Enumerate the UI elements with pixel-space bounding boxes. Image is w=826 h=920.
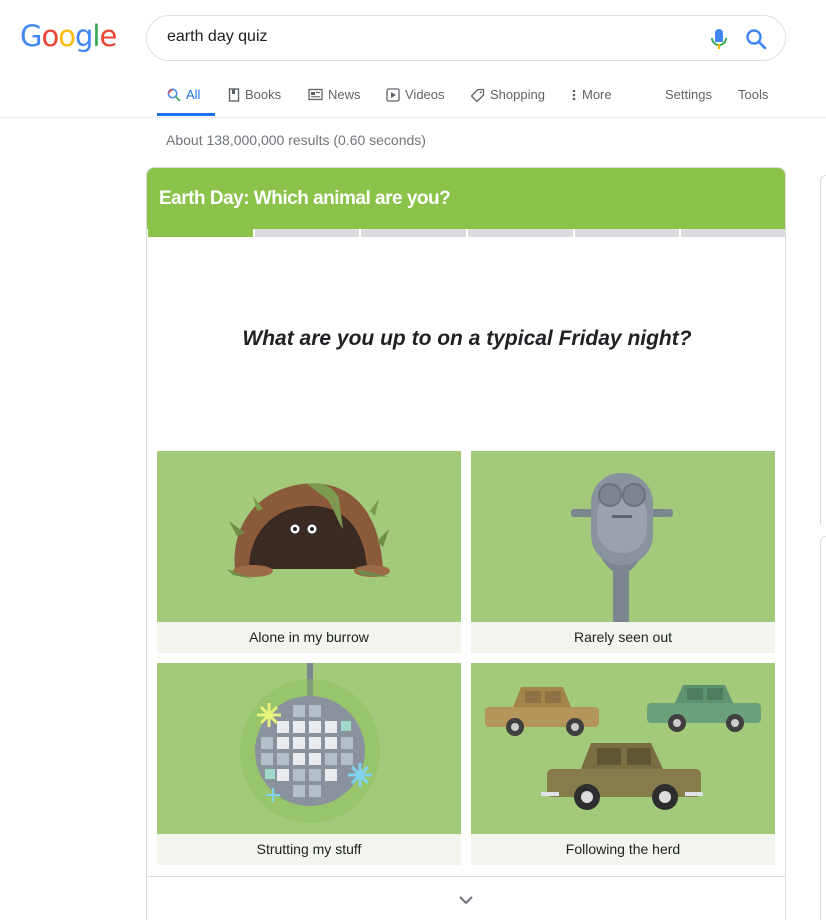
- tab-label: News: [328, 87, 361, 102]
- side-panel-edge: [820, 536, 826, 920]
- option-label: Rarely seen out: [471, 622, 775, 653]
- tab-label: Settings: [665, 87, 712, 102]
- tab-news[interactable]: News: [308, 87, 361, 117]
- progress-segment: [148, 229, 253, 237]
- logo-letter: G: [20, 19, 43, 53]
- tag-icon: [470, 88, 485, 103]
- quiz-option-viewer[interactable]: Rarely seen out: [471, 451, 775, 653]
- tab-label: Books: [245, 87, 282, 102]
- search-tabs: All Books News Videos Shopping More Sett…: [155, 79, 826, 117]
- option-illustration: [471, 451, 775, 622]
- microphone-icon[interactable]: [711, 28, 727, 50]
- search-icon: [167, 88, 181, 102]
- quiz-progress-bar: [148, 229, 785, 237]
- tab-videos[interactable]: Videos: [386, 87, 445, 117]
- search-input[interactable]: earth day quiz: [167, 28, 268, 46]
- progress-segment: [681, 229, 785, 237]
- active-tab-indicator: [157, 113, 215, 116]
- tools-link[interactable]: Tools: [738, 87, 768, 117]
- option-illustration: [471, 663, 775, 834]
- burrow-icon: [227, 483, 390, 579]
- quiz-card: Earth Day: Which animal are you? What ar…: [146, 167, 786, 920]
- logo-letter: o: [41, 19, 59, 53]
- card-footer: [147, 876, 785, 920]
- tab-label: Shopping: [490, 87, 545, 102]
- option-label: Alone in my burrow: [157, 622, 461, 653]
- chevron-down-icon[interactable]: [458, 895, 474, 905]
- option-label: Following the herd: [471, 834, 775, 865]
- progress-segment: [254, 229, 360, 237]
- option-illustration: [157, 663, 461, 834]
- search-box[interactable]: earth day quiz: [146, 15, 786, 61]
- side-panel-edge: [820, 175, 826, 525]
- logo-letter: o: [58, 19, 76, 53]
- logo-letter: g: [74, 19, 93, 53]
- tab-label: All: [186, 87, 201, 102]
- newspaper-icon: [308, 88, 323, 101]
- quiz-title: Earth Day: Which animal are you?: [159, 188, 451, 209]
- tab-books[interactable]: Books: [228, 87, 281, 117]
- tab-label: Tools: [738, 87, 769, 102]
- tab-label: More: [582, 87, 612, 102]
- header-divider: [0, 117, 826, 118]
- disco-ball-icon: [240, 663, 380, 823]
- quiz-option-burrow[interactable]: Alone in my burrow: [157, 451, 461, 653]
- more-vertical-icon: [572, 89, 576, 101]
- google-logo[interactable]: Google: [20, 19, 117, 53]
- tab-more[interactable]: More: [571, 87, 612, 117]
- magnifier-icon[interactable]: [745, 28, 767, 50]
- binoculars-viewer-icon: [571, 473, 673, 622]
- tab-shopping[interactable]: Shopping: [470, 87, 545, 117]
- quiz-question: What are you up to on a typical Friday n…: [242, 327, 692, 350]
- tab-label: Videos: [405, 87, 445, 102]
- result-stats: About 138,000,000 results (0.60 seconds): [166, 132, 426, 148]
- progress-segment: [361, 229, 467, 237]
- book-icon: [228, 88, 240, 102]
- progress-segment: [468, 229, 573, 237]
- quiz-option-herd[interactable]: Following the herd: [471, 663, 775, 865]
- settings-link[interactable]: Settings: [665, 87, 712, 117]
- logo-letter: e: [99, 19, 117, 53]
- option-illustration: [157, 451, 461, 622]
- play-icon: [386, 88, 400, 102]
- quiz-option-disco[interactable]: Strutting my stuff: [157, 663, 461, 865]
- quiz-header: Earth Day: Which animal are you?: [147, 168, 785, 229]
- option-label: Strutting my stuff: [157, 834, 461, 865]
- progress-segment: [574, 229, 680, 237]
- cars-icon: [485, 685, 761, 810]
